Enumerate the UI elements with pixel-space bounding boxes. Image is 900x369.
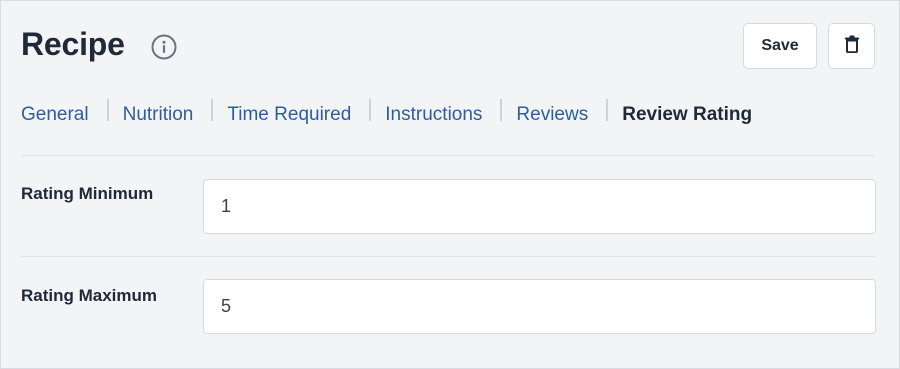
- tab-bar: General Nutrition Time Required Instruct…: [21, 97, 752, 133]
- tab-separator: [500, 99, 503, 121]
- tab-review-rating[interactable]: Review Rating: [622, 104, 752, 126]
- delete-button[interactable]: [828, 23, 875, 69]
- save-button[interactable]: Save: [743, 23, 817, 69]
- page-header: Recipe Save: [21, 23, 875, 71]
- page-title: Recipe: [21, 26, 125, 62]
- tab-general[interactable]: General: [21, 104, 89, 126]
- rating-maximum-label: Rating Maximum: [21, 286, 158, 305]
- tab-separator: [106, 99, 109, 121]
- tab-separator: [606, 99, 609, 121]
- tab-nutrition[interactable]: Nutrition: [123, 104, 194, 126]
- tab-separator: [369, 99, 372, 121]
- rating-minimum-input[interactable]: [203, 179, 876, 234]
- tab-separator: [211, 99, 214, 121]
- field-divider: [21, 256, 875, 257]
- tab-reviews[interactable]: Reviews: [516, 104, 588, 126]
- section-divider: [21, 155, 875, 156]
- tab-time-required[interactable]: Time Required: [227, 104, 351, 126]
- rating-minimum-label: Rating Minimum: [21, 184, 154, 203]
- info-icon[interactable]: [151, 34, 177, 60]
- trash-icon: [844, 35, 860, 58]
- rating-maximum-input[interactable]: [203, 279, 876, 334]
- recipe-editor-panel: Recipe Save General Nutrition Time Requi…: [0, 0, 900, 369]
- tab-instructions[interactable]: Instructions: [385, 104, 482, 126]
